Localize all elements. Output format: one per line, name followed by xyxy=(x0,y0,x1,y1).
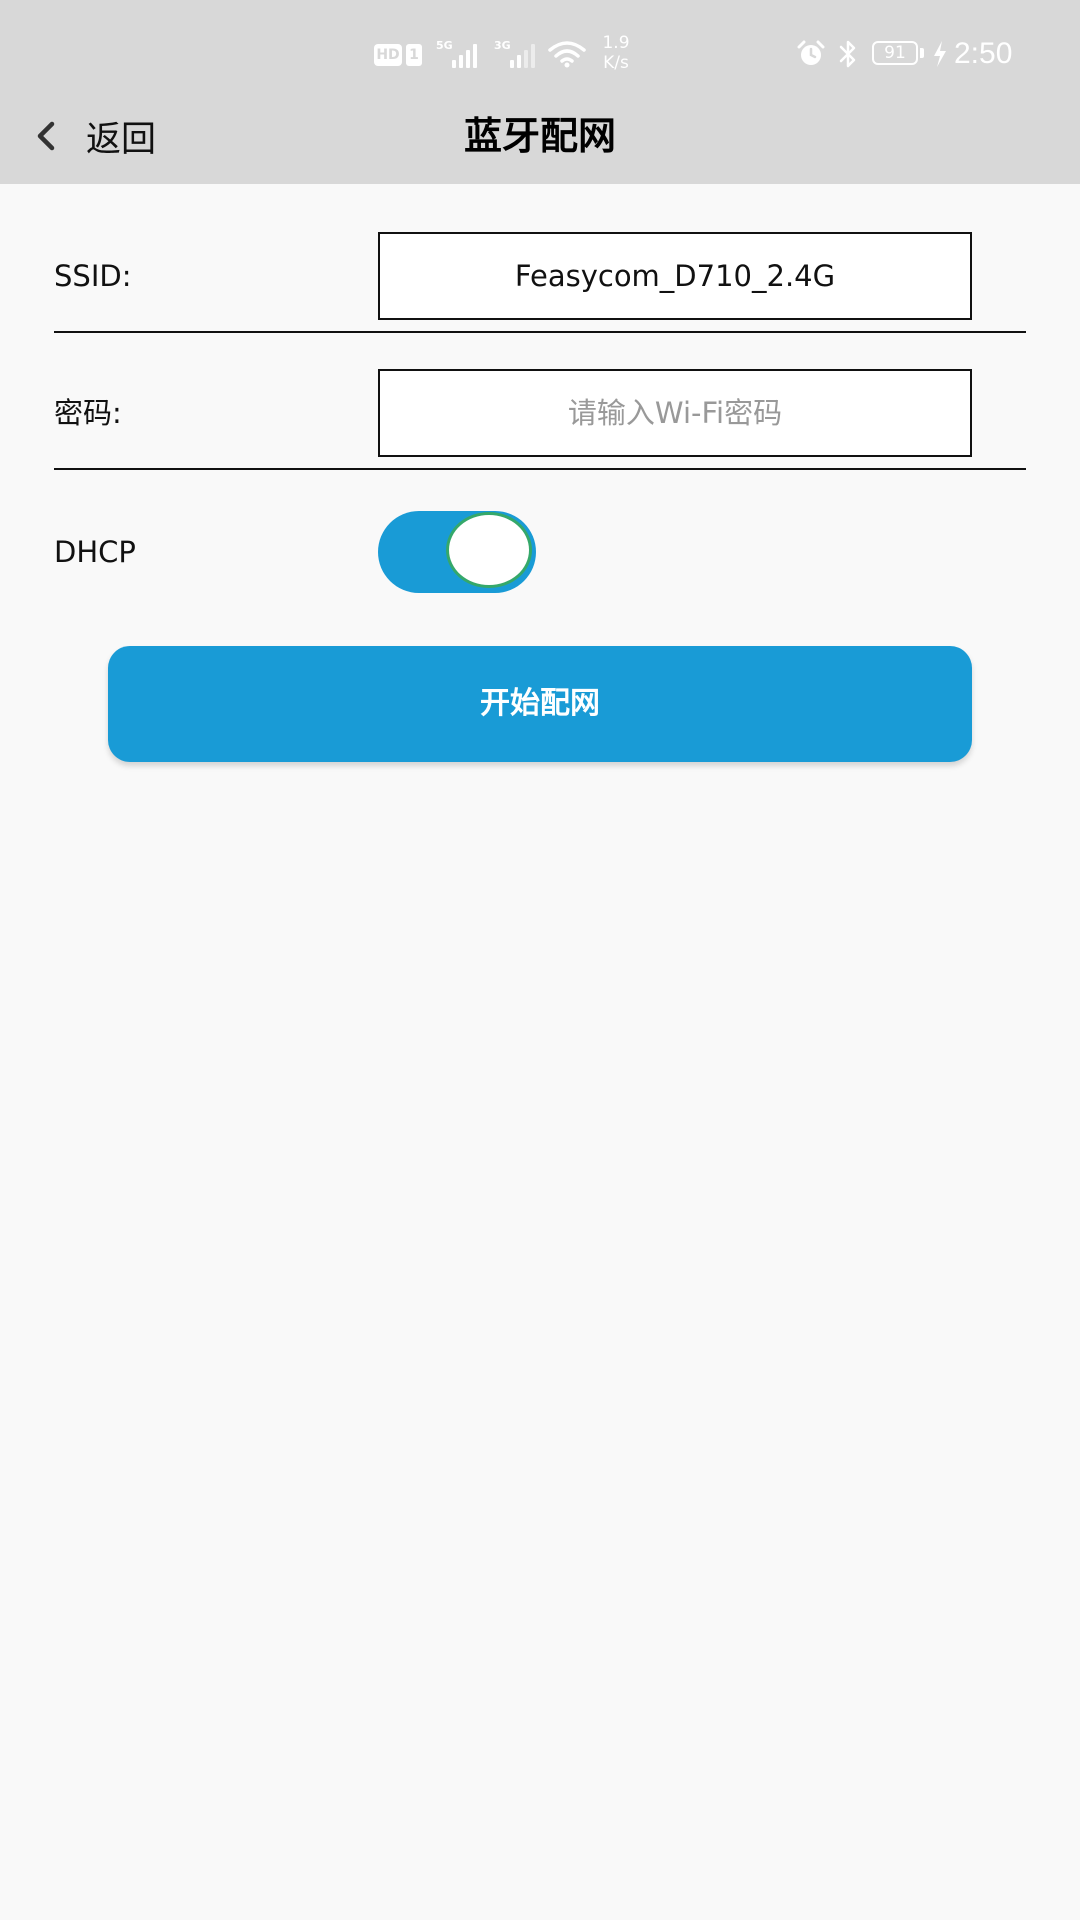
dhcp-toggle-knob xyxy=(446,512,532,588)
password-input[interactable] xyxy=(378,369,972,457)
battery-tip xyxy=(920,48,924,58)
dhcp-toggle[interactable] xyxy=(378,511,536,593)
page-title: 蓝牙配网 xyxy=(463,114,616,158)
ssid-input[interactable] xyxy=(378,232,972,320)
ssid-divider xyxy=(54,331,1026,333)
network-type-5g: 5G xyxy=(436,39,453,52)
network-speed: 1.9 K/s xyxy=(598,33,634,73)
wifi-icon xyxy=(548,41,586,68)
network-speed-unit: K/s xyxy=(603,53,629,73)
password-row: 密码: xyxy=(54,369,1026,471)
charging-icon xyxy=(934,41,946,67)
signal-3g-icon xyxy=(510,42,535,68)
start-provisioning-button[interactable]: 开始配网 xyxy=(108,646,972,762)
password-divider xyxy=(54,468,1026,470)
status-bar: HD 1 5G 3G 1.9 K/s 91 2:50 xyxy=(0,0,1080,100)
hd-icon: HD xyxy=(374,44,402,66)
network-speed-value: 1.9 xyxy=(602,33,630,53)
dhcp-label: DHCP xyxy=(54,535,136,569)
ssid-label: SSID: xyxy=(54,259,132,293)
sim-1-icon: 1 xyxy=(406,44,422,66)
app-header: HD 1 5G 3G 1.9 K/s 91 2:50 返回 蓝牙配网 xyxy=(0,0,1080,184)
password-label: 密码: xyxy=(54,396,122,430)
alarm-icon xyxy=(797,40,825,65)
bluetooth-icon xyxy=(839,40,856,68)
status-time: 2:50 xyxy=(954,37,1013,70)
signal-5g-icon xyxy=(452,42,477,68)
battery-icon: 91 xyxy=(872,41,918,65)
network-type-3g: 3G xyxy=(494,39,511,52)
dhcp-row: DHCP xyxy=(54,511,1026,593)
ssid-row: SSID: xyxy=(54,232,1026,334)
